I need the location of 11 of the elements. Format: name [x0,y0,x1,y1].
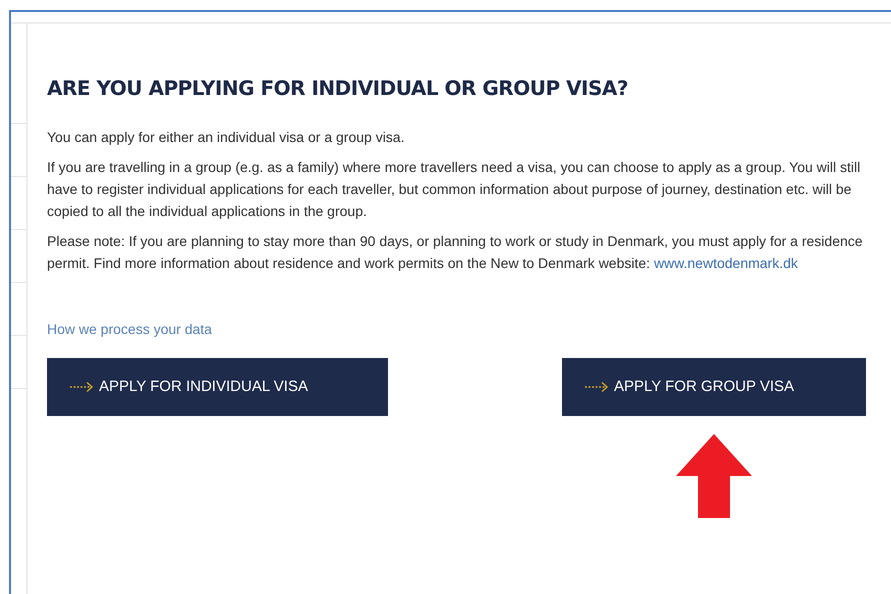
dotted-arrow-icon [584,381,610,393]
dotted-arrow-icon [69,381,95,393]
up-arrow-icon [676,434,752,518]
privacy-link[interactable]: How we process your data [47,318,212,340]
body-text: You can apply for either an individual visa or a group visa. [47,128,406,147]
body-text: If you are travelling in a group (e.g. as a family) where more travellers need a visa, you can choose to apply as a group. You will still have to register individual applications for each traveller, but common information about purpose of journey, destination etc. will be copied to all the individual applications in the group. [47,158,862,221]
website-link[interactable]: www.newtodenmark.dk [654,255,798,271]
page-heading: ARE YOU APPLYING FOR INDIVIDUAL OR GROUP VISA? [47,75,629,102]
apply-button[interactable]: APPLY FOR GROUP VISA [562,358,866,416]
apply-button[interactable]: APPLY FOR INDIVIDUAL VISA [47,358,388,416]
body-text: Please note: If you are planning to stay more than 90 days, or planning to work or study in Denmark, you must apply for a residence permit. Find more information about residence and work permits on the New to Denmark website: www.newtodenmark.dk [47,232,864,273]
